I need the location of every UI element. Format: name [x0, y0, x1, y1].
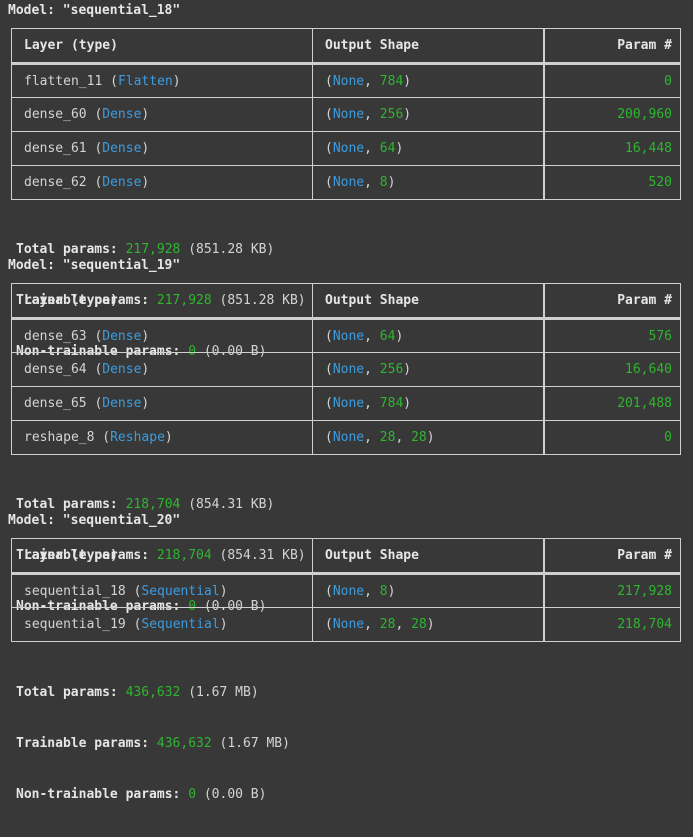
total-params-line: Total params: 217,928 (851.28 KB): [16, 242, 275, 257]
layer-type: Dense: [102, 175, 142, 190]
param-cell: 16,640: [543, 353, 682, 386]
layer-type: Dense: [102, 328, 142, 344]
total-params-line: Total params: 436,632 (1.67 MB): [16, 685, 259, 700]
param-cell: 218,704: [543, 608, 682, 641]
column-header-param: Param #: [543, 29, 682, 62]
layer-type: Dense: [102, 362, 142, 377]
layer-table: Layer (type) Output Shape Param # dense_…: [11, 283, 681, 455]
column-header-param: Param #: [543, 284, 682, 317]
param-cell: 0: [543, 421, 682, 454]
output-shape-cell: (None, 28, 28): [312, 608, 543, 641]
output-shape-cell: (None, 64): [312, 320, 543, 352]
model-title: Model: "sequential_18": [8, 3, 181, 18]
table-row: dense_65 (Dense) (None, 784) 201,488: [12, 386, 680, 420]
layer-cell: dense_64 (Dense): [24, 362, 150, 377]
column-header-layer: Layer (type): [24, 293, 118, 308]
table-row: sequential_19 (Sequential) (None, 28, 28…: [12, 607, 680, 641]
model-title: Model: "sequential_20": [8, 513, 181, 528]
layer-cell: dense_62 (Dense): [24, 175, 150, 190]
layer-cell: dense_61 (Dense): [24, 141, 150, 156]
output-shape-cell: (None, 784): [312, 65, 543, 97]
layer-type: Flatten: [117, 73, 173, 89]
column-header-output-shape: Output Shape: [312, 29, 543, 62]
output-shape-cell: (None, 256): [312, 353, 543, 386]
layer-type: Dense: [102, 141, 142, 156]
layer-type: Sequential: [141, 617, 220, 632]
layer-cell: dense_63 (Dense): [24, 328, 150, 344]
layer-type: Reshape: [110, 430, 165, 445]
total-params-line: Total params: 218,704 (854.31 KB): [16, 497, 275, 512]
output-shape-cell: (None, 64): [312, 132, 543, 165]
table-header: Layer (type) Output Shape Param #: [12, 29, 680, 63]
table-row: dense_60 (Dense) (None, 256) 200,960: [12, 97, 680, 131]
output-shape-cell: (None, 28, 28): [312, 421, 543, 454]
column-header-layer: Layer (type): [24, 548, 118, 563]
column-header-param: Param #: [543, 539, 682, 572]
layer-type: Dense: [102, 396, 142, 411]
table-row: dense_63 (Dense) (None, 64) 576: [12, 318, 680, 352]
layer-type: Dense: [102, 107, 142, 122]
output-shape-cell: (None, 8): [312, 575, 543, 607]
layer-type: Sequential: [141, 583, 220, 599]
table-row: dense_61 (Dense) (None, 64) 16,448: [12, 131, 680, 165]
params-summary: Total params: 436,632 (1.67 MB) Trainabl…: [16, 650, 290, 837]
param-cell: 576: [543, 320, 682, 352]
output-shape-cell: (None, 256): [312, 98, 543, 131]
table-header: Layer (type) Output Shape Param #: [12, 284, 680, 318]
trainable-params-line: Trainable params: 436,632 (1.67 MB): [16, 736, 290, 751]
table-row: reshape_8 (Reshape) (None, 28, 28) 0: [12, 420, 680, 454]
layer-table: Layer (type) Output Shape Param # sequen…: [11, 538, 681, 642]
param-cell: 520: [543, 166, 682, 199]
column-header-layer: Layer (type): [24, 38, 118, 53]
param-cell: 0: [543, 65, 682, 97]
output-shape-cell: (None, 784): [312, 387, 543, 420]
table-row: flatten_11 (Flatten) (None, 784) 0: [12, 63, 680, 97]
table-row: dense_64 (Dense) (None, 256) 16,640: [12, 352, 680, 386]
layer-cell: dense_65 (Dense): [24, 396, 150, 411]
table-row: dense_62 (Dense) (None, 8) 520: [12, 165, 680, 199]
output-shape-cell: (None, 8): [312, 166, 543, 199]
non-trainable-params-line: Non-trainable params: 0 (0.00 B): [16, 787, 267, 802]
param-cell: 217,928: [543, 575, 682, 607]
table-row: sequential_18 (Sequential) (None, 8) 217…: [12, 573, 680, 607]
table-header: Layer (type) Output Shape Param #: [12, 539, 680, 573]
layer-cell: sequential_19 (Sequential): [24, 617, 228, 632]
layer-table: Layer (type) Output Shape Param # flatte…: [11, 28, 681, 200]
layer-cell: reshape_8 (Reshape): [24, 430, 173, 445]
param-cell: 16,448: [543, 132, 682, 165]
column-header-output-shape: Output Shape: [312, 539, 543, 572]
layer-cell: dense_60 (Dense): [24, 107, 150, 122]
param-cell: 200,960: [543, 98, 682, 131]
param-cell: 201,488: [543, 387, 682, 420]
model-title: Model: "sequential_19": [8, 258, 181, 273]
layer-cell: flatten_11 (Flatten): [24, 73, 181, 89]
column-header-output-shape: Output Shape: [312, 284, 543, 317]
layer-cell: sequential_18 (Sequential): [24, 583, 228, 599]
